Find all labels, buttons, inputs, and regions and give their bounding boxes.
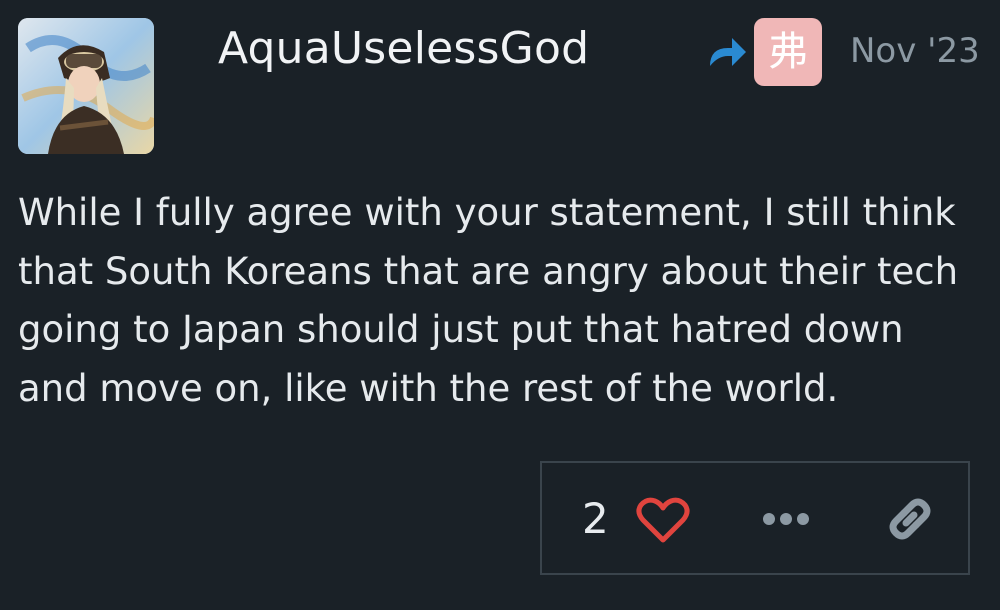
reply-arrow-icon[interactable] <box>704 32 748 72</box>
reply-to-avatar[interactable]: 弗 <box>754 18 822 86</box>
user-avatar[interactable] <box>18 18 154 154</box>
ellipsis-icon[interactable] <box>760 507 812 531</box>
post-card: AquaUselessGod 弗 Nov '23 While I fully a… <box>0 0 1000 610</box>
post-date[interactable]: Nov '23 <box>850 28 980 74</box>
like-count[interactable]: 2 <box>582 493 609 545</box>
heart-icon[interactable] <box>636 496 690 544</box>
post-actions-bar: 2 <box>540 461 970 575</box>
avatar-image <box>18 18 154 154</box>
post-body: While I fully agree with your statement,… <box>18 191 959 410</box>
username[interactable]: AquaUselessGod <box>218 20 589 78</box>
link-icon[interactable] <box>882 491 938 547</box>
